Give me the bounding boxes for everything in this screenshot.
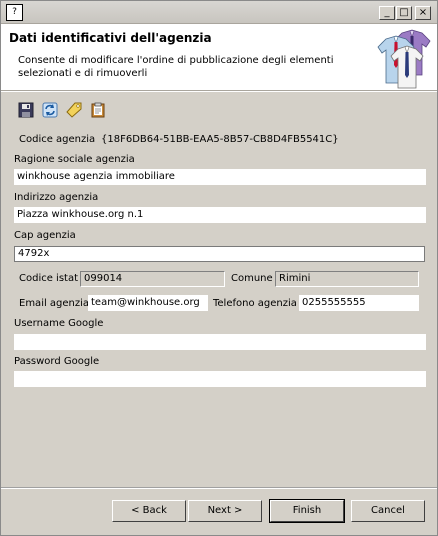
refresh-icon[interactable]: [42, 102, 58, 118]
telefono-label: Telefono agenzia: [213, 298, 297, 309]
clipboard-icon[interactable]: [90, 102, 106, 118]
app-icon: ?: [6, 4, 23, 21]
shirts-image: [372, 27, 434, 89]
maximize-button[interactable]: □: [396, 6, 412, 20]
codice-istat-field: 099014: [80, 271, 225, 287]
codice-agenzia-value: {18F6DB64-51BB-EAA5-8B57-CB8D4FB5541C}: [101, 134, 339, 145]
wizard-window: ? _ □ × Dati identificativi dell'agenzia…: [0, 0, 438, 536]
ragione-sociale-field[interactable]: winkhouse agenzia immobiliare: [14, 169, 426, 185]
telefono-field[interactable]: 0255555555: [299, 295, 419, 311]
indirizzo-label: Indirizzo agenzia: [14, 192, 99, 203]
wizard-header: Dati identificativi dell'agenzia Consent…: [1, 24, 437, 91]
email-field[interactable]: team@winkhouse.org: [88, 295, 208, 311]
ragione-sociale-label: Ragione sociale agenzia: [14, 154, 135, 165]
username-google-field[interactable]: [14, 334, 426, 350]
next-button[interactable]: Next >: [188, 500, 262, 522]
password-google-field[interactable]: [14, 371, 426, 387]
save-icon[interactable]: [18, 102, 34, 118]
comune-field: Rimini: [275, 271, 419, 287]
username-google-label: Username Google: [14, 318, 104, 329]
tag-icon[interactable]: [66, 102, 82, 118]
finish-button[interactable]: Finish: [269, 499, 345, 523]
page-description: Consente di modificare l'ordine di pubbl…: [18, 55, 334, 79]
title-bar: ? _ □ ×: [1, 1, 437, 24]
button-bar-separator-highlight: [1, 488, 437, 489]
minimize-button[interactable]: _: [379, 6, 395, 20]
comune-label: Comune: [231, 273, 273, 284]
codice-agenzia-label: Codice agenzia: [19, 134, 96, 145]
close-button[interactable]: ×: [415, 6, 431, 20]
back-button[interactable]: < Back: [112, 500, 186, 522]
codice-istat-label: Codice istat: [19, 273, 79, 284]
page-title: Dati identificativi dell'agenzia: [9, 31, 212, 45]
cap-label: Cap agenzia: [14, 230, 76, 241]
indirizzo-field[interactable]: Piazza winkhouse.org n.1: [14, 207, 426, 223]
cap-field[interactable]: 4792x: [14, 246, 425, 262]
email-label: Email agenzia: [19, 298, 90, 309]
password-google-label: Password Google: [14, 356, 100, 367]
cancel-button[interactable]: Cancel: [351, 500, 425, 522]
header-separator: [1, 91, 437, 92]
